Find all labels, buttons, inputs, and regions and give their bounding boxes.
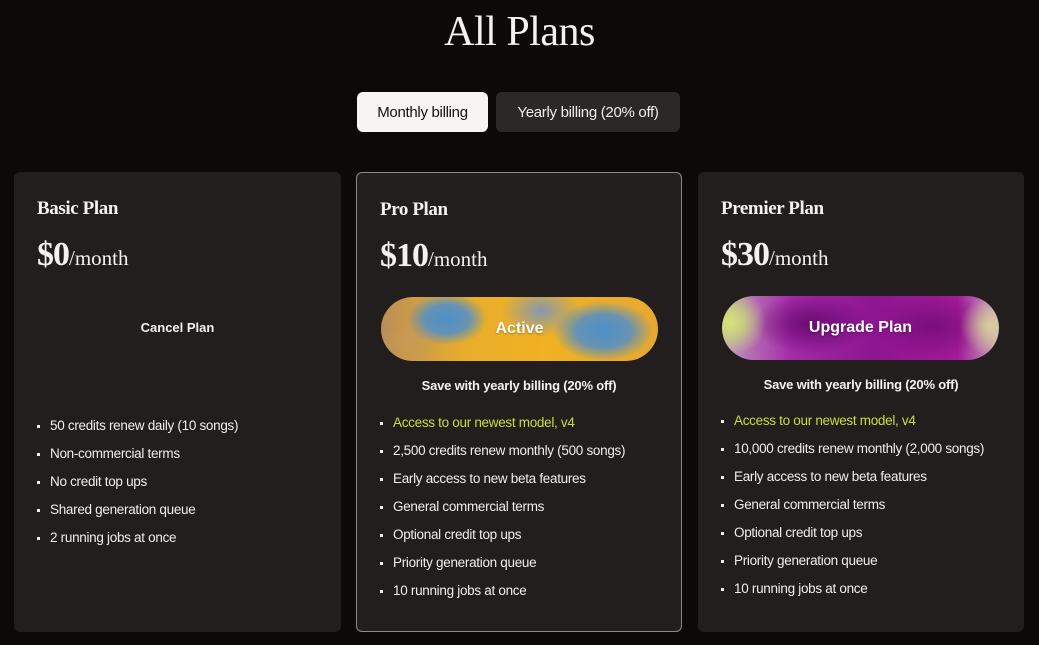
billing-toggle: Monthly billing Yearly billing (20% off): [357, 92, 680, 132]
feature-list: Access to our newest model, v4 10,000 cr…: [721, 407, 984, 603]
plan-price: $0/month: [37, 236, 129, 274]
feature-item: 10 running jobs at once: [721, 575, 984, 603]
price-period: /month: [769, 246, 829, 270]
feature-item: 2 running jobs at once: [37, 524, 238, 552]
feature-item: Non-commercial terms: [37, 440, 238, 468]
feature-highlight: Access to our newest model, v4: [721, 407, 984, 435]
plan-name: Basic Plan: [37, 198, 118, 219]
plan-card-premier: Premier Plan $30/month Upgrade Plan Save…: [698, 172, 1024, 632]
plan-card-pro: Pro Plan $10/month Active Save with year…: [356, 172, 682, 632]
page-title: All Plans: [444, 9, 595, 55]
feature-list: 50 credits renew daily (10 songs) Non-co…: [37, 412, 239, 552]
feature-item: 50 credits renew daily (10 songs): [37, 412, 239, 440]
feature-item: Priority generation queue: [721, 547, 984, 575]
yearly-billing-button[interactable]: Yearly billing (20% off): [496, 92, 680, 132]
plan-name: Pro Plan: [380, 199, 448, 220]
feature-item: General commercial terms: [380, 493, 625, 521]
price-amount: $0: [37, 236, 70, 273]
price-amount: $30: [721, 236, 770, 273]
yearly-savings-note: Save with yearly billing (20% off): [763, 377, 959, 392]
feature-item: Optional credit top ups: [380, 521, 625, 549]
feature-highlight: Access to our newest model, v4: [380, 409, 625, 437]
feature-item: 10,000 credits renew monthly (2,000 song…: [721, 435, 984, 463]
feature-item: Priority generation queue: [380, 549, 625, 577]
plan-price: $10/month: [380, 237, 488, 275]
plan-price: $30/month: [721, 236, 829, 274]
price-period: /month: [428, 247, 488, 271]
plan-card-basic: Basic Plan $0/month Cancel Plan 50 credi…: [14, 172, 341, 632]
cancel-plan-button[interactable]: Cancel Plan: [14, 320, 341, 335]
feature-item: No credit top ups: [37, 468, 238, 496]
feature-item: Optional credit top ups: [721, 519, 984, 547]
feature-item: General commercial terms: [721, 491, 984, 519]
feature-item: Early access to new beta features: [380, 465, 625, 493]
monthly-billing-button[interactable]: Monthly billing: [357, 92, 488, 132]
feature-list: Access to our newest model, v4 2,500 cre…: [380, 409, 625, 605]
price-amount: $10: [380, 237, 429, 274]
yearly-savings-note: Save with yearly billing (20% off): [421, 378, 617, 393]
feature-item: Early access to new beta features: [721, 463, 984, 491]
active-plan-button[interactable]: Active: [381, 297, 658, 361]
feature-item: 2,500 credits renew monthly (500 songs): [380, 437, 625, 465]
feature-item: Shared generation queue: [37, 496, 238, 524]
plan-name: Premier Plan: [721, 198, 824, 219]
feature-item: 10 running jobs at once: [380, 577, 625, 605]
upgrade-plan-button[interactable]: Upgrade Plan: [722, 296, 999, 360]
price-period: /month: [69, 246, 129, 270]
